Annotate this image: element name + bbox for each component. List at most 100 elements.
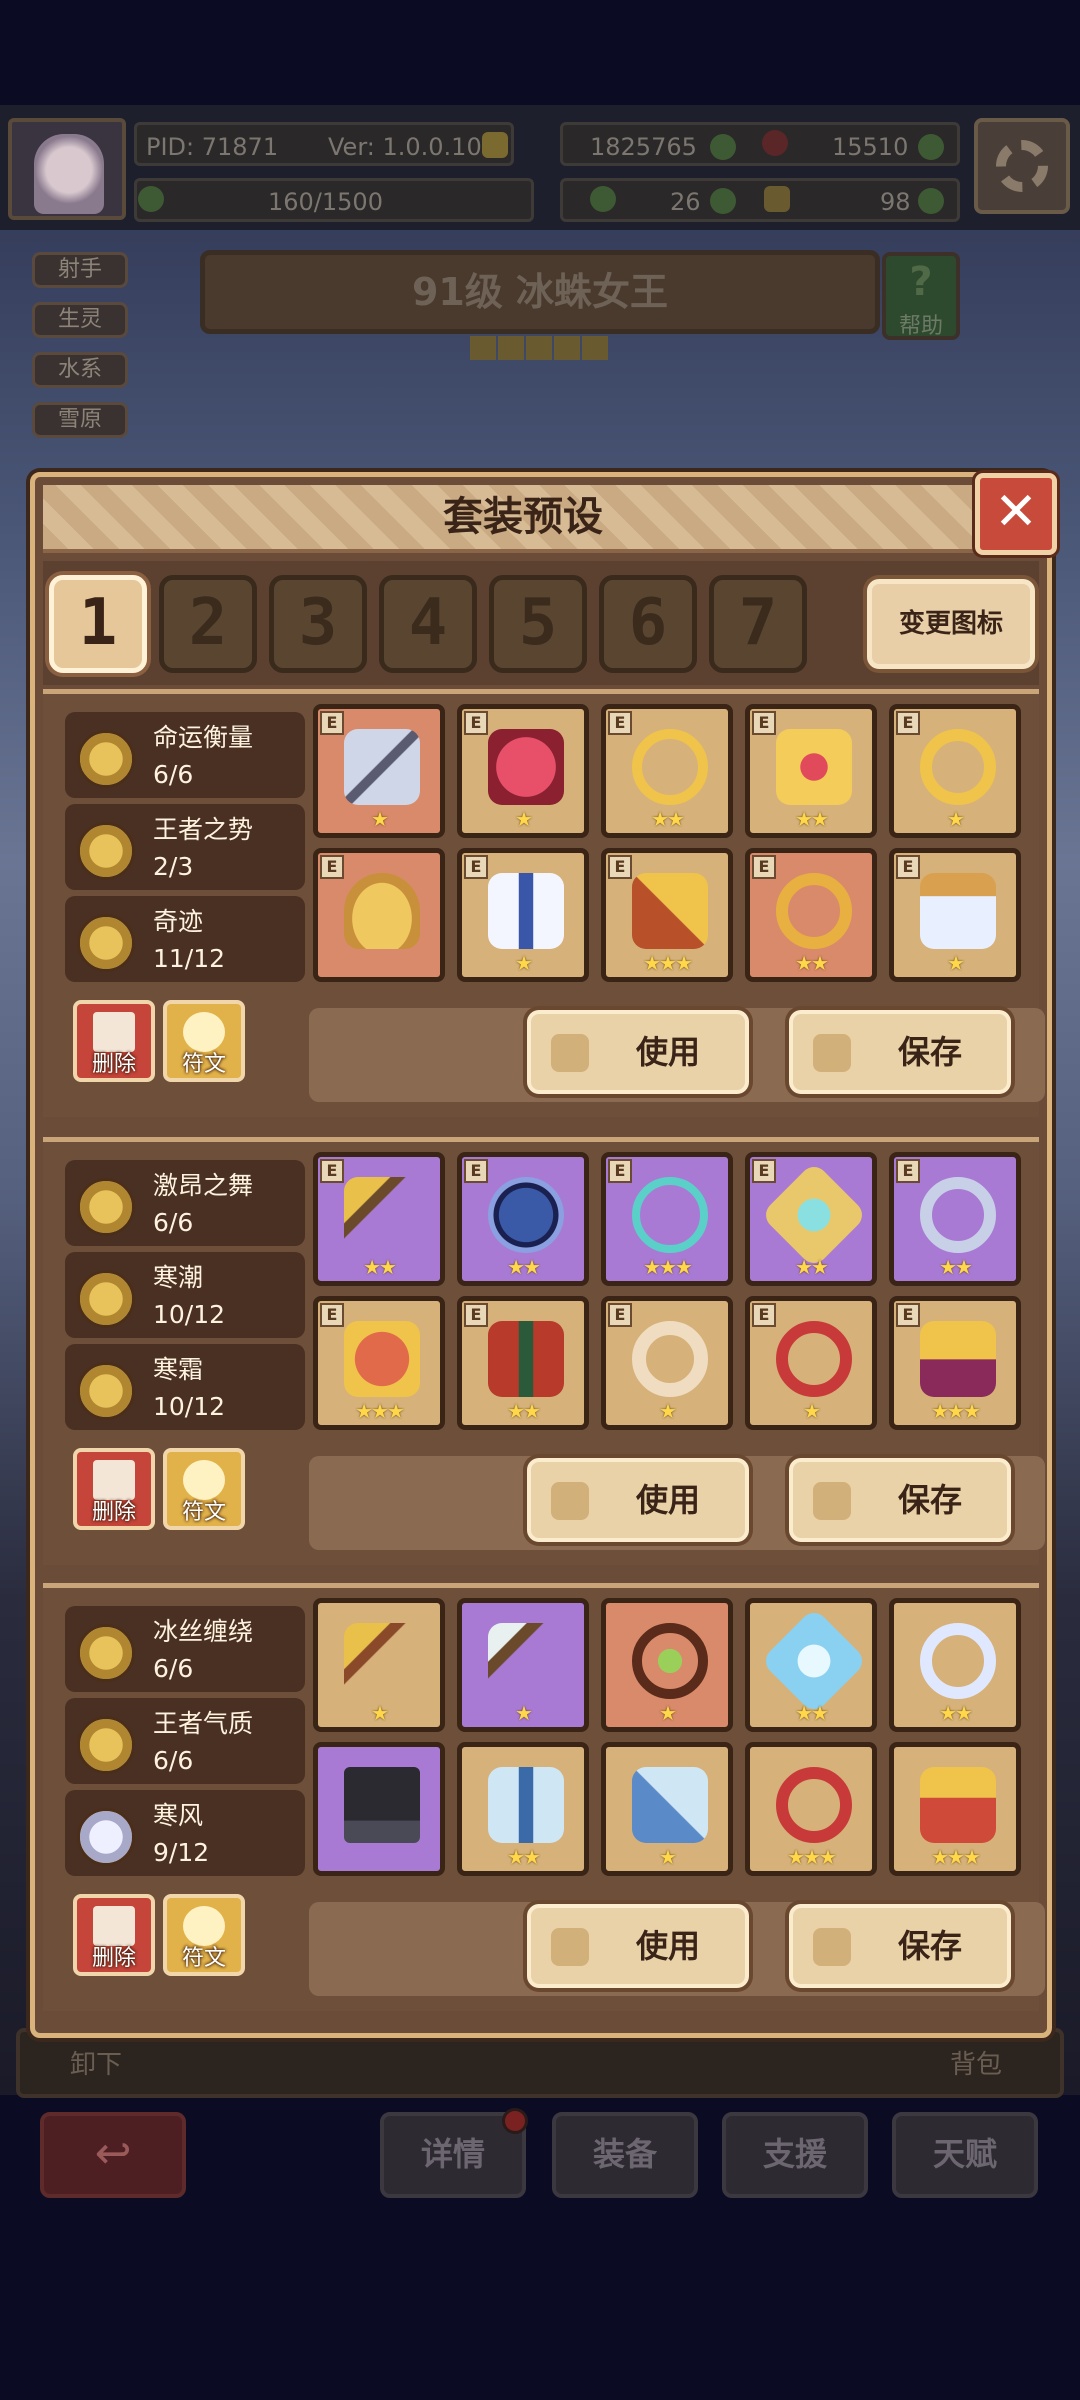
equip-slot[interactable]	[313, 1742, 445, 1876]
tab-4[interactable]: 4	[379, 575, 477, 673]
equip-slot[interactable]: E ★	[889, 704, 1021, 838]
equip-slot[interactable]: ★★★	[889, 1742, 1021, 1876]
unequip-button[interactable]: 卸下	[70, 2044, 122, 2081]
equip-slot[interactable]: ★★★	[745, 1742, 877, 1876]
set-bonus-count: 6/6	[153, 760, 194, 789]
game-screen: { "hud": { "pid": "PID: 71871", "version…	[0, 0, 1080, 2400]
equip-slot[interactable]: E ★★★	[889, 1296, 1021, 1430]
equip-slot[interactable]: E	[313, 848, 445, 982]
nav-equipment-button[interactable]: 装备	[552, 2112, 698, 2198]
equip-slot[interactable]: E ★★	[745, 1152, 877, 1286]
equipped-badge: E	[320, 1159, 344, 1183]
equip-slot[interactable]: E ★★	[457, 1296, 589, 1430]
equipped-badge: E	[320, 711, 344, 735]
tab-6[interactable]: 6	[599, 575, 697, 673]
equip-slot[interactable]: E ★★★	[601, 848, 733, 982]
rune-button[interactable]: 符文	[163, 1448, 245, 1530]
use-button[interactable]: 使用	[527, 1904, 749, 1988]
save-button[interactable]: 保存	[789, 1010, 1011, 1094]
equip-slot[interactable]: E ★	[601, 1296, 733, 1430]
spear-icon	[488, 1623, 564, 1699]
add-gold-icon[interactable]	[710, 134, 736, 160]
set-bonus-name: 激昂之舞	[153, 1171, 254, 1200]
equip-slot[interactable]: E ★	[457, 848, 589, 982]
set-coin-icon	[77, 914, 135, 972]
tab-7[interactable]: 7	[709, 575, 807, 673]
equip-slot[interactable]: E ★	[313, 704, 445, 838]
item-stars: ★	[947, 807, 965, 831]
rune-label: 符文	[181, 1052, 226, 1077]
equip-slot[interactable]: E ★	[889, 848, 1021, 982]
item-stars: ★★	[651, 807, 685, 831]
nav-support-button[interactable]: 支援	[722, 2112, 868, 2198]
coin-icon	[482, 132, 508, 158]
item-stars: ★★	[795, 951, 829, 975]
set-coin-icon	[77, 1624, 135, 1682]
tab-1[interactable]: 1	[49, 575, 147, 673]
tab-2[interactable]: 2	[159, 575, 257, 673]
save-button[interactable]: 保存	[789, 1458, 1011, 1542]
item-stars: ★★	[939, 1255, 973, 1279]
set-bonus-name: 王者之势	[153, 815, 254, 844]
use-label: 使用	[635, 1927, 700, 1965]
item-stars: ★	[371, 807, 389, 831]
equip-slot[interactable]: ★★	[745, 1598, 877, 1732]
equip-slot[interactable]: E ★★	[889, 1152, 1021, 1286]
delete-button[interactable]: 删除	[73, 1000, 155, 1082]
delete-button[interactable]: 删除	[73, 1448, 155, 1530]
equipped-badge: E	[752, 711, 776, 735]
equip-slot[interactable]: ★★	[889, 1598, 1021, 1732]
equip-slot[interactable]: ★	[313, 1598, 445, 1732]
energy-amount: 160/1500	[268, 188, 383, 216]
rune-button[interactable]: 符文	[163, 1894, 245, 1976]
equip-slot[interactable]: E ★★	[457, 1152, 589, 1286]
set-coin-icon	[77, 1270, 135, 1328]
save-button[interactable]: 保存	[789, 1904, 1011, 1988]
set-bonus: 冰丝缠绕 6/6	[65, 1606, 305, 1692]
rune-button[interactable]: 符文	[163, 1000, 245, 1082]
use-label: 使用	[635, 1033, 700, 1071]
change-icon-button[interactable]: 变更图标	[867, 579, 1035, 669]
equip-slot[interactable]: ★	[601, 1742, 733, 1876]
equip-slot[interactable]: E ★	[457, 704, 589, 838]
nav-talent-button[interactable]: 天赋	[892, 2112, 1038, 2198]
add-ticket-icon[interactable]	[918, 188, 944, 214]
equip-slot[interactable]: E ★★	[601, 704, 733, 838]
equipped-badge: E	[320, 855, 344, 879]
help-button[interactable]: ? 帮助	[882, 252, 960, 340]
use-button[interactable]: 使用	[527, 1010, 749, 1094]
equipped-badge: E	[608, 1159, 632, 1183]
player-avatar[interactable]	[8, 118, 126, 220]
delete-button[interactable]: 删除	[73, 1894, 155, 1976]
hero-tag-element: 水系	[32, 352, 128, 388]
equip-slot[interactable]: E ★★	[745, 848, 877, 982]
equip-slot[interactable]: ★	[457, 1598, 589, 1732]
add-gem-icon[interactable]	[918, 134, 944, 160]
equip-slot[interactable]: E ★★★	[313, 1296, 445, 1430]
equip-slot[interactable]: E ★★★	[601, 1152, 733, 1286]
item-stars: ★★	[795, 1255, 829, 1279]
equip-slot[interactable]: ★	[601, 1598, 733, 1732]
save-label: 保存	[897, 1481, 962, 1519]
gem-icon	[762, 130, 788, 156]
settings-button[interactable]	[974, 118, 1070, 214]
set-bonus-name: 寒霜	[153, 1355, 204, 1384]
tab-5[interactable]: 5	[489, 575, 587, 673]
set-bonus: 王者气质 6/6	[65, 1698, 305, 1784]
bag-button[interactable]: 背包	[950, 2044, 1002, 2081]
use-button[interactable]: 使用	[527, 1458, 749, 1542]
avatar-portrait	[34, 134, 104, 214]
add-clover-icon[interactable]	[710, 188, 736, 214]
back-button[interactable]: ↩	[40, 2112, 186, 2198]
equip-slot[interactable]: E ★★	[745, 704, 877, 838]
check-icon	[551, 1482, 589, 1520]
close-button[interactable]: ✕	[975, 473, 1057, 555]
item-stars: ★	[371, 1701, 389, 1725]
set-bonus: 王者之势 2/3	[65, 804, 305, 890]
boots-icon	[920, 873, 996, 949]
robe-icon	[488, 1321, 564, 1397]
equip-slot[interactable]: E ★	[745, 1296, 877, 1430]
tab-3[interactable]: 3	[269, 575, 367, 673]
equip-slot[interactable]: E ★★	[313, 1152, 445, 1286]
equip-slot[interactable]: ★★	[457, 1742, 589, 1876]
